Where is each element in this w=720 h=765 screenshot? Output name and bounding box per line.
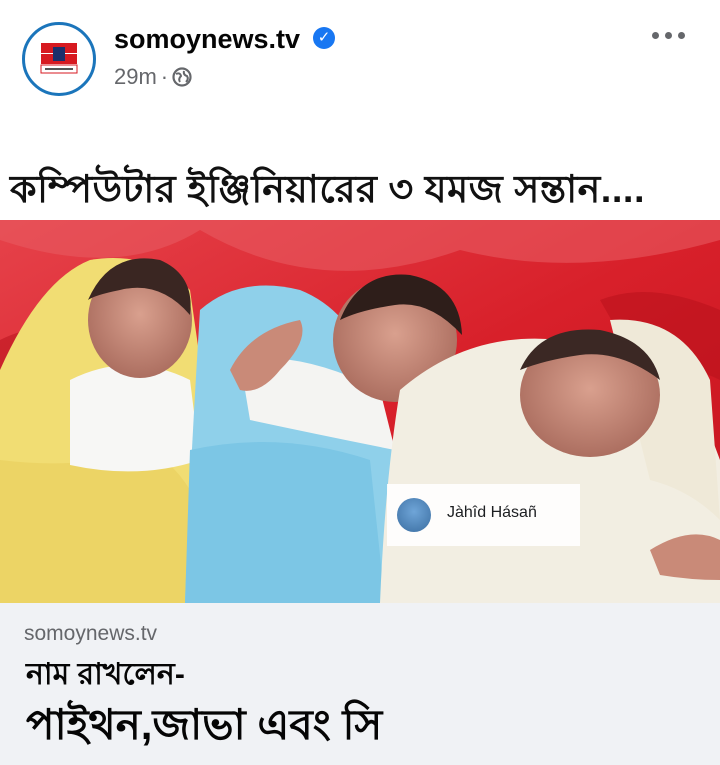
post-headline: কম্পিউটার ইঞ্জিনিয়ারের ৩ যমজ সন্তান.... (10, 169, 645, 211)
verified-check-icon: ✓ (313, 27, 335, 49)
link-title-line2: পাইথন,জাভা এবং সি (26, 701, 383, 748)
page-avatar[interactable] (22, 22, 96, 96)
photo-watermark: Jàhîd Hásañ (387, 484, 580, 546)
somoy-news-logo (39, 41, 79, 77)
post-photo[interactable] (0, 220, 720, 603)
meta-separator: · (160, 64, 169, 89)
triplets-photo (0, 220, 720, 603)
globe-icon (172, 67, 192, 93)
post-meta: 29m · (114, 64, 192, 93)
post-header: somoynews.tv ✓ 29m · (0, 0, 720, 120)
more-options-icon[interactable] (650, 26, 690, 46)
watermark-name: Jàhîd Hásañ (447, 504, 537, 521)
watermark-avatar (397, 498, 431, 532)
page-name[interactable]: somoynews.tv (114, 24, 300, 55)
post-time[interactable]: 29m (114, 64, 157, 89)
link-domain: somoynews.tv (24, 622, 158, 645)
